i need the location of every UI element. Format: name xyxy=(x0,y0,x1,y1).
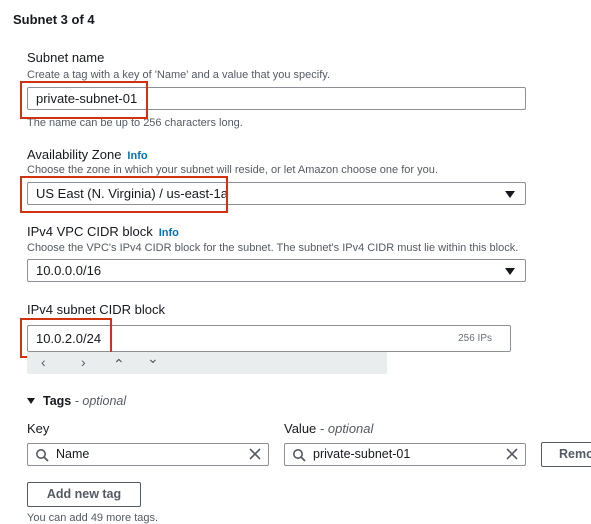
subnet-name-description: Create a tag with a key of 'Name' and a … xyxy=(27,69,330,81)
caret-down-icon xyxy=(505,191,515,198)
vpc-cidr-description: Choose the VPC's IPv4 CIDR block for the… xyxy=(27,242,519,254)
tag-key-value: Name xyxy=(56,447,90,461)
az-info-link[interactable]: Info xyxy=(127,150,147,162)
tag-value-label: Value - optional xyxy=(284,421,373,436)
vpc-cidr-selected-value: 10.0.0.0/16 xyxy=(36,263,102,278)
tag-value-label-text: Value xyxy=(284,421,317,436)
tags-header-optional: - optional xyxy=(74,394,127,408)
section-title: Subnet 3 of 4 xyxy=(13,12,95,27)
subnet-cidr-label: IPv4 subnet CIDR block xyxy=(27,302,166,317)
tag-value-optional: - optional xyxy=(319,421,374,436)
tag-value-value: private-subnet-01 xyxy=(313,447,411,461)
caret-down-icon xyxy=(27,398,35,404)
tag-value-input[interactable]: private-subnet-01 xyxy=(284,443,526,466)
vpc-cidr-label: IPv4 VPC CIDR block Info xyxy=(27,224,179,239)
chevron-right-icon[interactable]: › xyxy=(81,354,86,370)
az-label: Availability Zone Info xyxy=(27,147,148,162)
tag-key-label: Key xyxy=(27,421,50,436)
chevron-down-icon[interactable]: ⌄ xyxy=(147,350,159,367)
clear-icon[interactable] xyxy=(505,447,519,461)
highlight-box-az xyxy=(20,176,228,213)
cidr-stepper-bar: ‹ › ⌃ ⌄ xyxy=(27,350,387,374)
az-description: Choose the zone in which your subnet wil… xyxy=(27,164,438,176)
subnet-name-label: Subnet name xyxy=(27,50,105,65)
tags-remaining-note: You can add 49 more tags. xyxy=(27,512,159,524)
az-label-text: Availability Zone xyxy=(27,147,122,162)
caret-down-icon xyxy=(505,268,515,275)
tags-header-label: Tags xyxy=(43,394,72,408)
vpc-cidr-info-link[interactable]: Info xyxy=(159,227,179,239)
tag-key-input[interactable]: Name xyxy=(27,443,269,466)
search-icon xyxy=(293,449,306,462)
add-new-tag-button[interactable]: Add new tag xyxy=(27,482,141,507)
remove-tag-button[interactable]: Remo xyxy=(541,442,591,467)
chevron-up-icon[interactable]: ⌃ xyxy=(113,356,125,373)
highlight-box-subnet-name xyxy=(20,81,148,119)
chevron-left-icon[interactable]: ‹ xyxy=(41,354,46,370)
tags-section-toggle[interactable]: Tags - optional xyxy=(27,394,126,408)
vpc-cidr-label-text: IPv4 VPC CIDR block xyxy=(27,224,153,239)
search-icon xyxy=(36,449,49,462)
ip-count-suffix: 256 IPs xyxy=(458,333,492,344)
clear-icon[interactable] xyxy=(248,447,262,461)
vpc-cidr-select[interactable]: 10.0.0.0/16 xyxy=(27,259,526,282)
